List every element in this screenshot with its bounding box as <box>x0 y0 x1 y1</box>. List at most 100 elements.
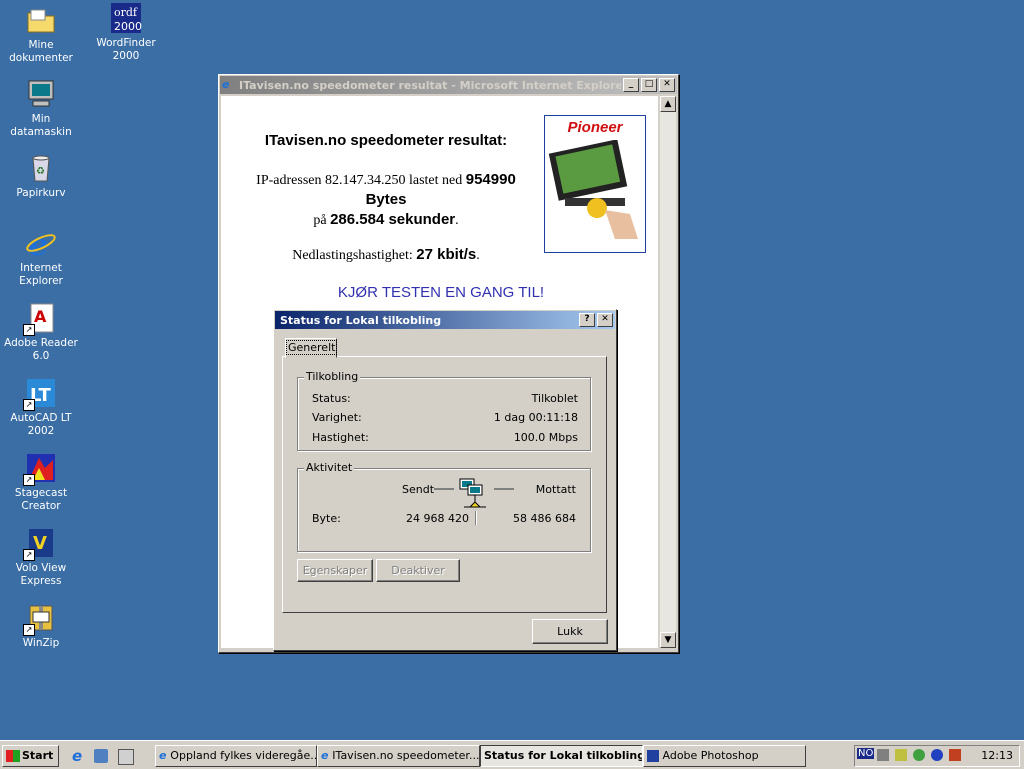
page-heading: ITavisen.no speedometer resultat: <box>264 132 508 149</box>
scroll-down-button[interactable]: ▼ <box>660 632 676 648</box>
ie-task-icon: e <box>321 749 333 762</box>
status-value: Tilkoblet <box>531 392 578 405</box>
desktop-icon-autocad[interactable]: LT ↗ AutoCAD LT 2002 <box>2 377 80 438</box>
bytes-value: 954990 <box>465 171 516 188</box>
tray-network-icon[interactable] <box>877 749 889 761</box>
received-bytes-value: 58 486 684 <box>513 512 576 525</box>
tray-antivirus-icon[interactable] <box>913 749 925 761</box>
download-result: IP-adressen 82.147.34.250 lastet ned 954… <box>231 170 541 230</box>
system-tray: NO 12:13 <box>854 745 1020 767</box>
activity-group: Aktivitet Sendt Mottatt Byte: 24 968 420… <box>297 461 591 552</box>
rerun-link[interactable]: KJØR TESTEN EN GANG TIL! <box>221 284 661 301</box>
sent-bytes-value: 24 968 420 <box>406 512 469 525</box>
activity-group-title: Aktivitet <box>304 461 355 474</box>
windows-logo-icon <box>6 750 20 762</box>
language-indicator[interactable]: NO <box>857 748 875 759</box>
speed-result: Nedlastingshastighet: 27 kbit/s. <box>221 246 551 264</box>
taskbar: Start e e Oppland fylkes videregåe... e … <box>0 740 1024 769</box>
help-button[interactable]: ? <box>579 313 595 327</box>
scroll-up-button[interactable]: ▲ <box>660 96 676 112</box>
quick-ie-icon[interactable]: e <box>72 747 82 765</box>
quick-desktop-icon[interactable] <box>118 749 134 765</box>
tray-java-icon[interactable] <box>949 749 961 761</box>
winzip-icon: ↗ <box>23 602 57 636</box>
duration-value: 1 dag 00:11:18 <box>493 411 578 424</box>
activity-divider <box>475 511 476 525</box>
speed-value: 100.0 Mbps <box>513 431 578 444</box>
desktop-icon-mine-dokumenter[interactable]: Mine dokumenter <box>2 4 80 65</box>
task-oppland[interactable]: e Oppland fylkes videregåe... <box>155 745 317 767</box>
status-dialog-titlebar[interactable]: Status for Lokal tilkobling ? ✕ <box>275 311 615 329</box>
tab-generelt[interactable]: Generelt <box>285 338 338 358</box>
navigation-device-image <box>548 140 638 239</box>
bytes-label: Byte: <box>312 512 341 525</box>
connection-group-title: Tilkobling <box>304 370 361 383</box>
sent-label: Sendt <box>402 483 435 496</box>
disable-button[interactable]: Deaktiver <box>376 559 460 582</box>
bytes-label: Bytes <box>365 191 407 208</box>
properties-button[interactable]: Egenskaper <box>297 559 373 582</box>
desktop-icon-adobe-reader[interactable]: A ↗ Adobe Reader 6.0 <box>2 302 80 363</box>
volo-view-icon: V ↗ <box>23 527 57 561</box>
connection-group: Tilkobling Status: Tilkoblet Varighet: 1… <box>297 370 591 451</box>
received-label: Mottatt <box>535 483 576 496</box>
tray-monitor-icon[interactable] <box>931 749 943 761</box>
desktop-icon-winzip[interactable]: ↗ WinZip <box>2 602 80 650</box>
duration-label: Varighet: <box>312 411 362 424</box>
close-button[interactable]: ✕ <box>659 78 675 92</box>
on-label: på <box>313 213 331 228</box>
ie-icon: e <box>25 227 57 263</box>
start-button[interactable]: Start <box>2 745 59 767</box>
clock[interactable]: 12:13 <box>981 749 1013 762</box>
svg-text:A: A <box>34 307 47 326</box>
status-dialog: Status for Lokal tilkobling ? ✕ Generelt… <box>273 309 617 651</box>
speed-period: . <box>476 248 480 263</box>
svg-text:V: V <box>33 533 47 554</box>
ie-window-icon: e <box>222 78 230 91</box>
photoshop-task-icon <box>647 750 659 762</box>
seconds-value: 286.584 sekunder <box>330 211 456 228</box>
desktop-icon-internet-explorer[interactable]: e Internet Explorer <box>2 227 80 288</box>
maximize-button[interactable]: □ <box>641 78 657 92</box>
adobe-reader-icon: A ↗ <box>23 302 57 336</box>
desktop-icon-volo-view[interactable]: V ↗ Volo View Express <box>2 527 80 588</box>
recycle-bin-icon: ♻ <box>25 152 57 184</box>
task-itavisen[interactable]: e ITavisen.no speedometer... <box>317 745 480 767</box>
speed-value: 27 kbit/s <box>416 246 477 263</box>
svg-text:2000: 2000 <box>114 20 142 33</box>
shortcut-arrow-icon: ↗ <box>23 624 35 636</box>
folder-icon <box>25 4 57 36</box>
computer-icon <box>25 78 57 110</box>
ie-titlebar[interactable]: e ITavisen.no speedometer resultat - Mic… <box>220 76 677 94</box>
svg-text:ordf: ordf <box>114 6 138 19</box>
task-adobe-photoshop[interactable]: Adobe Photoshop <box>643 745 806 767</box>
wordfinder-icon: ordf 2000 <box>110 2 142 34</box>
desktop-icon-papirkurv[interactable]: ♻ Papirkurv <box>2 152 80 200</box>
svg-text:♻: ♻ <box>36 166 45 177</box>
pioneer-ad[interactable]: Pioneer <box>544 115 646 253</box>
stagecast-icon: ↗ <box>23 452 57 486</box>
status-label: Status: <box>312 392 351 405</box>
period: . <box>455 213 459 228</box>
desktop-icon-stagecast[interactable]: ↗ Stagecast Creator <box>2 452 80 513</box>
ie-scrollbar[interactable]: ▲ ▼ <box>660 96 676 648</box>
network-computers-icon <box>434 478 514 508</box>
ip-text: IP-adressen 82.147.34.250 lastet ned <box>256 173 466 188</box>
shortcut-arrow-icon: ↗ <box>23 474 35 486</box>
desktop-icon-min-datamaskin[interactable]: Min datamaskin <box>2 78 80 139</box>
shortcut-arrow-icon: ↗ <box>23 549 35 561</box>
close-dialog-button[interactable]: Lukk <box>532 619 608 644</box>
speed-label: Hastighet: <box>312 431 369 444</box>
speed-label: Nedlastingshastighet: <box>292 248 417 263</box>
desktop-icon-wordfinder[interactable]: ordf 2000 WordFinder 2000 <box>87 2 165 63</box>
ie-task-icon: e <box>159 749 171 762</box>
minimize-button[interactable]: _ <box>623 78 639 92</box>
task-status-lokal-tilkobling[interactable]: Status for Lokal tilkobling <box>480 745 643 767</box>
shortcut-arrow-icon: ↗ <box>23 399 35 411</box>
tray-volume-icon[interactable] <box>895 749 907 761</box>
pioneer-logo: Pioneer <box>567 119 623 136</box>
shortcut-arrow-icon: ↗ <box>23 324 35 336</box>
dialog-close-button[interactable]: ✕ <box>597 313 613 327</box>
autocad-icon: LT ↗ <box>23 377 57 411</box>
quick-outlook-icon[interactable] <box>94 749 108 763</box>
